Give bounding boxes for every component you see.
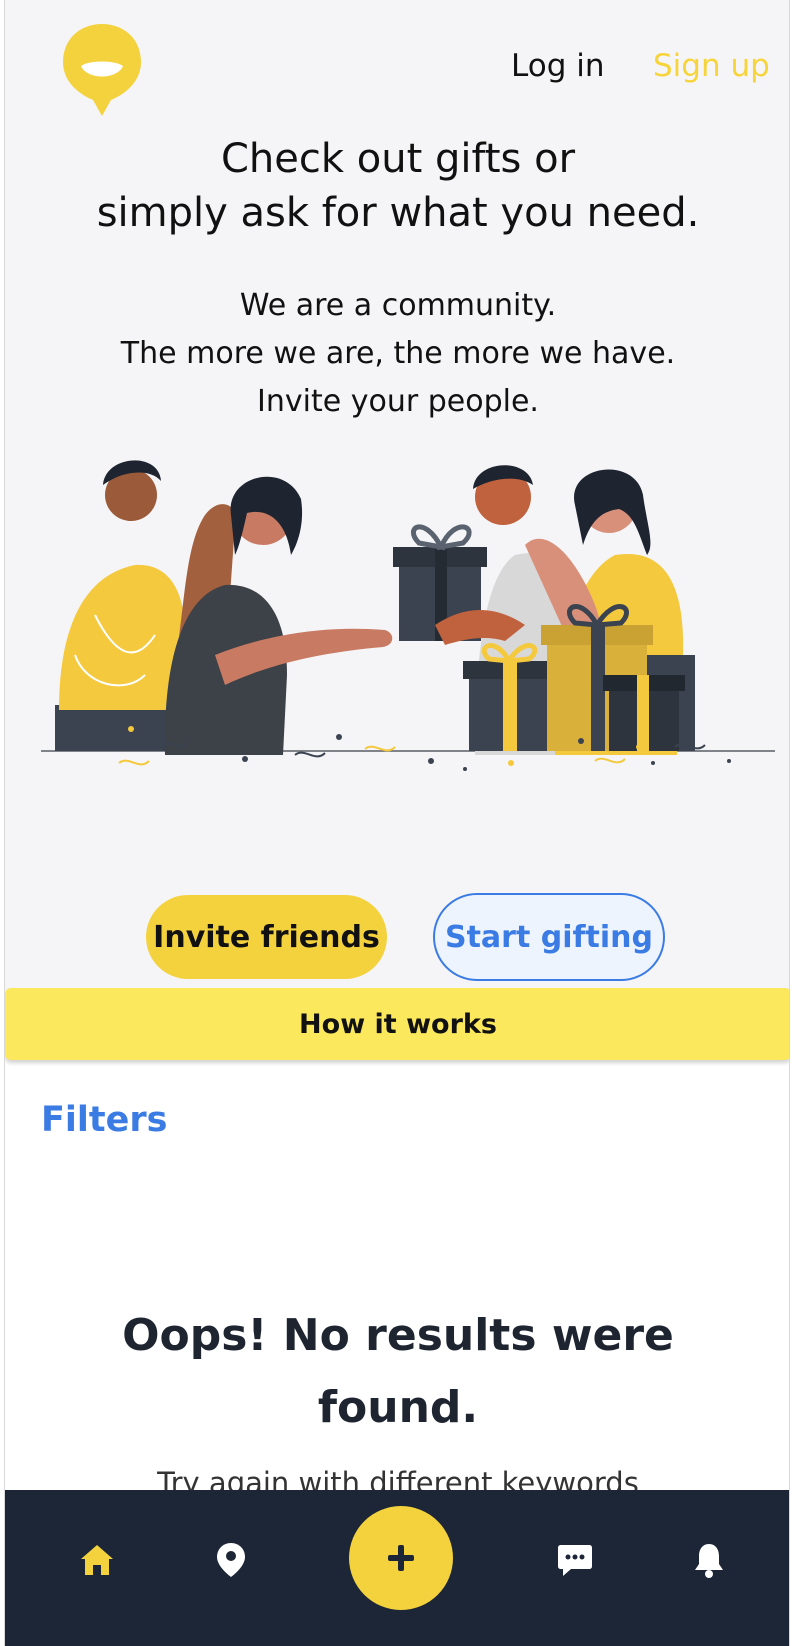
bell-icon <box>695 1544 723 1578</box>
start-gifting-button[interactable]: Start gifting <box>433 893 665 981</box>
friends-exchanging-gifts-illustration <box>41 460 775 771</box>
headline-line-1: Check out gifts or <box>220 136 576 182</box>
invite-friends-button[interactable]: Invite friends <box>146 895 387 979</box>
add-icon <box>388 1545 414 1571</box>
login-link[interactable]: Log in <box>511 48 604 84</box>
tab-home[interactable] <box>67 1532 127 1588</box>
headline-line-2: simply ask for what you need. <box>96 190 700 236</box>
speech-bubble-logo-icon[interactable] <box>59 20 145 120</box>
tab-map[interactable] <box>201 1532 261 1588</box>
app-frame: Log in Sign up Check out gifts or simply… <box>4 0 790 1646</box>
subtext-line-3: Invite your people. <box>257 384 539 419</box>
filters-link[interactable]: Filters <box>41 1100 167 1140</box>
add-button[interactable] <box>349 1506 453 1610</box>
chat-icon <box>558 1545 592 1576</box>
map-pin-icon <box>217 1543 245 1577</box>
home-icon <box>81 1545 113 1575</box>
how-it-works-bar[interactable]: How it works <box>5 988 789 1060</box>
empty-state-title: Oops! No results were found. <box>122 1310 674 1433</box>
tab-notifications[interactable] <box>679 1532 739 1588</box>
hero-headline: Check out gifts or simply ask for what y… <box>5 132 789 240</box>
hero-subtext: We are a community. The more we are, the… <box>5 282 789 426</box>
hero-section: Log in Sign up Check out gifts or simply… <box>5 0 789 990</box>
signup-link[interactable]: Sign up <box>653 48 770 84</box>
subtext-line-1: We are a community. <box>239 288 557 323</box>
tab-messages[interactable] <box>545 1532 605 1588</box>
subtext-line-2: The more we are, the more we have. <box>120 336 676 371</box>
